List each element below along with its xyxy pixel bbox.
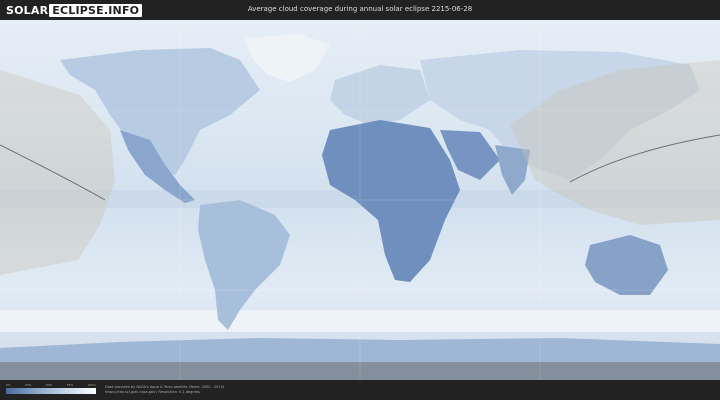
map-canvas <box>0 20 720 380</box>
credit-line-2[interactable]: https://neo.sci.gsfc.nasa.gov | Resoluti… <box>105 390 224 395</box>
header: SOLAR ECLIPSE.INFO Average cloud coverag… <box>0 0 720 20</box>
data-credit: Data provided by NASA's Aqua & Terra sat… <box>105 385 224 395</box>
footer: 0% 25% 50% 75% 100% Data provided by NAS… <box>0 380 720 400</box>
cloud-coverage-legend <box>6 388 96 394</box>
cloud-coverage-map <box>0 20 720 380</box>
page-title: Average cloud coverage during annual sol… <box>247 5 473 13</box>
